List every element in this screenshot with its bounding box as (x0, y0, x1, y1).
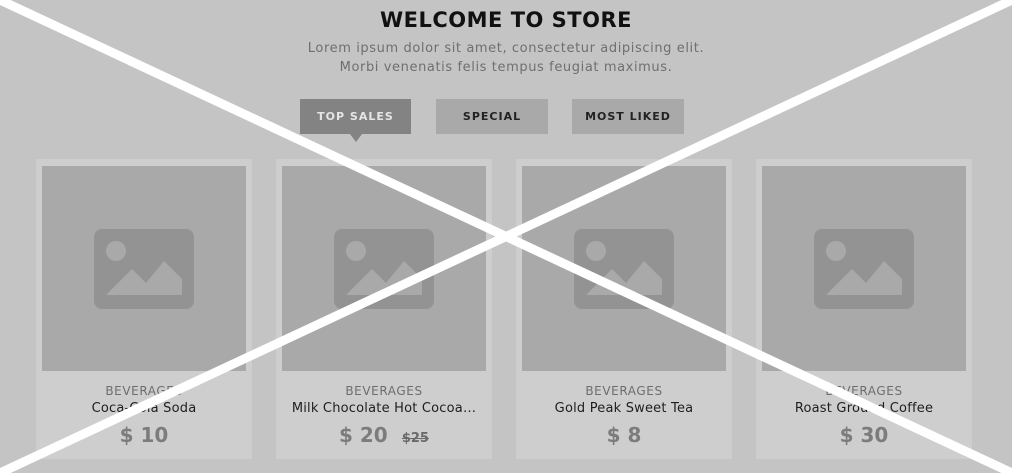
image-placeholder-icon (814, 228, 914, 309)
store-header: WELCOME TO STORE Lorem ipsum dolor sit a… (0, 6, 1012, 77)
product-price: $ 8 (606, 423, 642, 447)
product-image[interactable] (42, 166, 246, 371)
product-card[interactable]: BEVERAGES Milk Chocolate Hot Cocoa… $ 20… (276, 159, 492, 459)
product-name[interactable]: Roast Ground Coffee (762, 400, 966, 418)
page-title: WELCOME TO STORE (379, 8, 632, 32)
product-name[interactable]: Milk Chocolate Hot Cocoa… (282, 400, 486, 418)
product-price: $ 20 (339, 423, 388, 447)
product-old-price: $25 (401, 431, 429, 446)
tab-most-liked[interactable]: MOST LIKED (572, 99, 684, 134)
tab-special[interactable]: SPECIAL (436, 99, 548, 134)
product-price: $ 30 (839, 423, 889, 447)
product-name[interactable]: Coca-Cola Soda (42, 400, 246, 418)
image-placeholder-icon (574, 228, 674, 309)
page-subtitle: Lorem ipsum dolor sit amet, consectetur … (0, 39, 1012, 77)
product-category: BEVERAGES (105, 384, 183, 398)
product-image[interactable] (522, 166, 726, 371)
product-card[interactable]: BEVERAGES Roast Ground Coffee $ 30 (756, 159, 972, 459)
product-tabs: TOP SALES SPECIAL MOST LIKED (0, 99, 1012, 142)
subtitle-line-2: Morbi venenatis felis tempus feugiat max… (339, 60, 673, 75)
subtitle-line-1: Lorem ipsum dolor sit amet, consectetur … (307, 41, 705, 56)
product-name[interactable]: Gold Peak Sweet Tea (522, 400, 726, 418)
product-price: $ 10 (119, 423, 169, 447)
product-image[interactable] (282, 166, 486, 371)
product-category: BEVERAGES (585, 384, 663, 398)
product-category: BEVERAGES (345, 384, 423, 398)
product-card[interactable]: BEVERAGES Coca-Cola Soda $ 10 (36, 159, 252, 459)
product-card[interactable]: BEVERAGES Gold Peak Sweet Tea $ 8 (516, 159, 732, 459)
image-placeholder-icon (94, 228, 194, 309)
image-placeholder-icon (334, 228, 434, 309)
product-category: BEVERAGES (825, 384, 903, 398)
tab-top-sales[interactable]: TOP SALES (300, 99, 411, 142)
product-image[interactable] (762, 166, 966, 371)
